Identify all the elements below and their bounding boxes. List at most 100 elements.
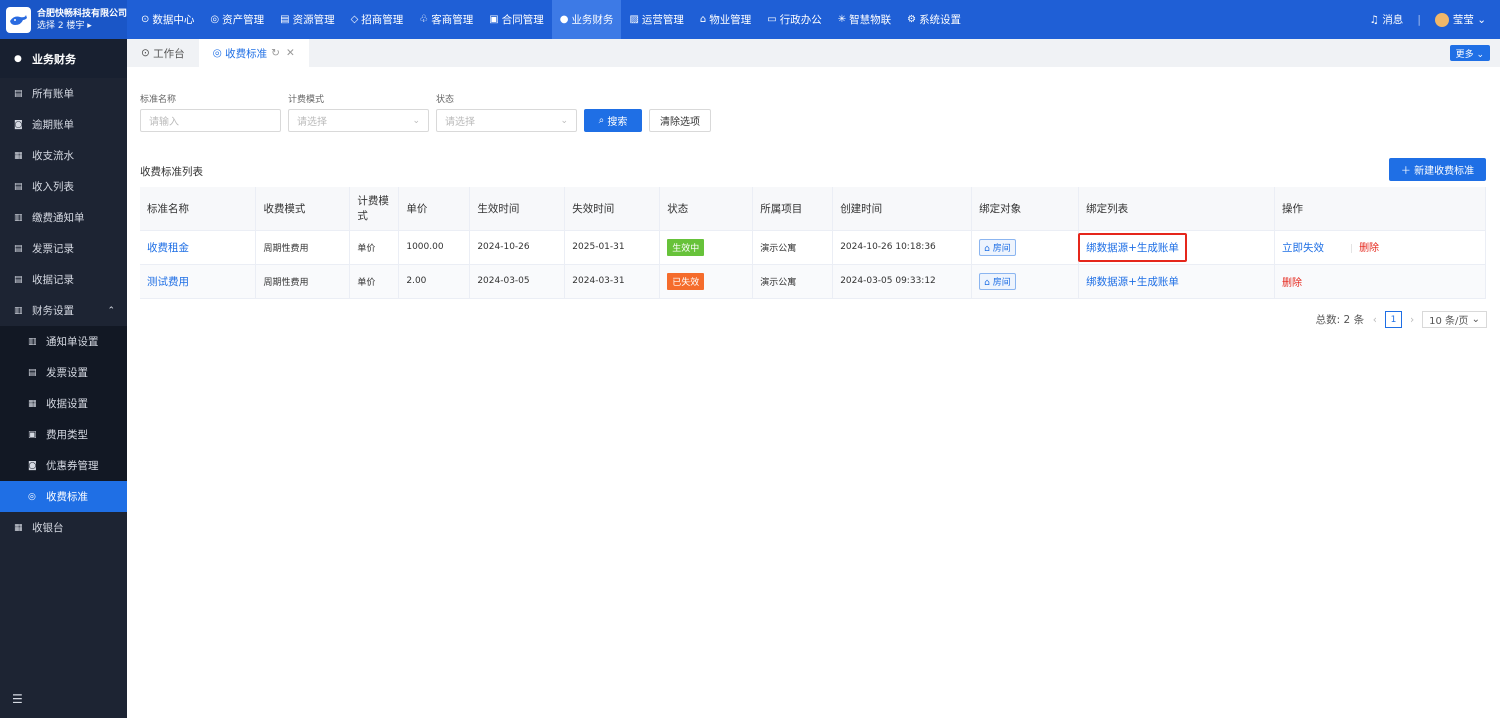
column-header: 单价 (398, 187, 471, 231)
bind-list-link[interactable]: 绑数据源+生成账单 (1086, 276, 1179, 288)
search-button[interactable]: ⌕ 搜索 (584, 109, 642, 132)
sidebar-item-icon: ▤ (14, 274, 23, 285)
sidebar-subitem-3[interactable]: ▣ 费用类型 (0, 419, 127, 450)
nav-item-1[interactable]: ◎ 资产管理 (202, 0, 272, 39)
sidebar-item-label: 逾期账单 (32, 119, 74, 131)
sidebar-item-1[interactable]: ◙ 逾期账单 (0, 109, 127, 140)
bell-icon[interactable]: ♫ (1370, 14, 1379, 26)
sidebar: ● 业务财务 ▤ 所有账单 ◙ 逾期账单 ▦ 收支流水 ▤ 收入列表 ▥ 缴费通知单 ▤ 发票记录 ▤ 收… (0, 39, 127, 718)
menu-toggle-icon[interactable]: ☰ (12, 692, 23, 706)
nav-label: 运营管理 (641, 14, 684, 26)
sidebar-title-label: 业务财务 (32, 52, 76, 66)
bind-object-tag: ⌂ 房间 (979, 272, 1016, 290)
tab-workbench[interactable]: ⊙ 工作台 (127, 39, 199, 67)
nav-item-0[interactable]: ⊙ 数据中心 (133, 0, 202, 39)
created-time-cell: 2024-03-05 09:33:12 (832, 264, 973, 299)
mode-filter-label: 计费模式 (288, 95, 325, 105)
price-cell: 1000.00 (398, 230, 471, 265)
sidebar-item-icon: ▤ (14, 181, 23, 192)
sidebar-subitem-2[interactable]: ▦ 收据设置 (0, 388, 127, 419)
page-size-select[interactable]: 10 条/页 ⌄ (1422, 311, 1487, 328)
nav-item-11[interactable]: ⚙ 系统设置 (899, 0, 969, 39)
bind-list-link[interactable]: 绑数据源+生成账单 (1086, 242, 1179, 254)
top-nav-menu: ⊙ 数据中心 ◎ 资产管理 ▤ 资源管理 ◇ 招商管理 ♧ 客商管理 ▣ 合同管理 ● 业务财务 ▨ 运营管理… (133, 0, 969, 39)
user-name[interactable]: 莹莹 (1453, 12, 1474, 27)
nav-icon: ◇ (350, 14, 359, 25)
tab-charge-standard[interactable]: ◎ 收费标准 ↻ ✕ (198, 39, 309, 67)
status-filter-placeholder: 请选择 (445, 117, 475, 128)
nav-item-9[interactable]: ▭ 行政办公 (759, 0, 829, 39)
column-header: 创建时间 (832, 187, 973, 231)
prev-page-icon[interactable]: ‹ (1366, 314, 1377, 326)
company-name: 合肥快畅科技有限公司 (36, 8, 127, 19)
project-cell: 演示公寓 (752, 230, 834, 265)
clear-filters-button[interactable]: 清除选项 (649, 109, 711, 132)
column-header: 操作 (1274, 187, 1486, 231)
chevron-down-icon[interactable]: ⌄ (1474, 14, 1486, 26)
sidebar-item-label: 发票记录 (32, 243, 74, 255)
list-title: 收费标准列表 (140, 166, 203, 178)
column-header: 生效时间 (469, 187, 566, 231)
nav-item-10[interactable]: ✳ 智慧物联 (830, 0, 899, 39)
sidebar-item-6[interactable]: ▤ 收据记录 (0, 264, 127, 295)
nav-item-2[interactable]: ▤ 资源管理 (272, 0, 342, 39)
status-filter-select[interactable]: 请选择 ⌄ (436, 109, 577, 132)
column-header: 标准名称 (140, 187, 257, 231)
new-charge-standard-button[interactable]: ＋ 新建收费标准 (1389, 158, 1486, 181)
sidebar-item-2[interactable]: ▦ 收支流水 (0, 140, 127, 171)
sidebar-subitem-4[interactable]: ◙ 优惠券管理 (0, 450, 127, 481)
status-badge: 生效中 (667, 238, 705, 256)
avatar[interactable] (1434, 12, 1449, 27)
nav-item-4[interactable]: ♧ 客商管理 (411, 0, 481, 39)
nav-icon: ⌂ (699, 14, 707, 25)
sidebar-item-label: 财务设置 (32, 305, 74, 317)
standard-name-link[interactable]: 测试费用 (147, 276, 189, 288)
delete-button[interactable]: 删除 (1282, 278, 1302, 289)
sidebar-subitem-icon: ▦ (28, 398, 37, 409)
plus-icon: ＋ (1400, 166, 1411, 177)
delete-button[interactable]: 删除 (1359, 243, 1379, 254)
column-header: 计费模式 (349, 187, 400, 231)
sidebar-item-label: 收据记录 (32, 274, 74, 286)
new-button-label: 新建收费标准 (1414, 166, 1475, 177)
sidebar-subitem-0[interactable]: ▥ 通知单设置 (0, 326, 127, 357)
sidebar-item-7[interactable]: ▥ 财务设置 ⌃ (0, 295, 127, 326)
nav-icon: ⚙ (907, 14, 917, 25)
nav-item-3[interactable]: ◇ 招商管理 (343, 0, 412, 39)
sidebar-title: ● 业务财务 (0, 39, 127, 78)
table-row: 收费租金 周期性费用 单价 1000.00 2024-10-26 2025-01-31 生效… (140, 230, 1486, 265)
refresh-icon[interactable]: ↻ (271, 47, 280, 59)
sidebar-item-5[interactable]: ▤ 发票记录 (0, 233, 127, 264)
nav-label: 资源管理 (292, 14, 335, 26)
messages-link[interactable]: 消息 (1382, 12, 1403, 27)
name-filter-input[interactable]: 请输入 (140, 109, 281, 132)
column-header: 失效时间 (564, 187, 661, 231)
column-header: 绑定列表 (1078, 187, 1276, 231)
nav-item-6[interactable]: ● 业务财务 (551, 0, 622, 39)
page-number[interactable]: 1 (1384, 311, 1402, 328)
floor-selector[interactable]: 选择 2 楼宇 ▸ (37, 20, 127, 32)
charge-standard-table: 标准名称 收费模式 计费模式 单价 生效时间 失效时间 状态 所属项目 创建时间 绑定对象 绑定列表… (140, 187, 1486, 299)
sidebar-item-3[interactable]: ▤ 收入列表 (0, 171, 127, 202)
cashier-icon: ▦ (14, 522, 23, 533)
sidebar-subitem-5[interactable]: ◎ 收费标准 (0, 481, 127, 512)
bind-list-wrapper: 绑数据源+生成账单 (1078, 232, 1187, 262)
sidebar-item-4[interactable]: ▥ 缴费通知单 (0, 202, 127, 233)
brand[interactable]: 合肥快畅科技有限公司 选择 2 楼宇 ▸ (0, 0, 127, 39)
close-icon[interactable]: ✕ (286, 47, 295, 59)
invalidate-button[interactable]: 立即失效 (1282, 242, 1324, 254)
mode-filter-select[interactable]: 请选择 ⌄ (288, 109, 429, 132)
nav-item-7[interactable]: ▨ 运营管理 (621, 0, 691, 39)
nav-label: 物业管理 (709, 14, 752, 26)
sidebar-item-cashier[interactable]: ▦ 收银台 (0, 512, 127, 543)
home-icon: ⌂ (984, 277, 990, 288)
sidebar-subitem-1[interactable]: ▤ 发票设置 (0, 357, 127, 388)
finance-icon: ● (14, 53, 22, 64)
more-tabs-button[interactable]: 更多 ⌄ (1449, 45, 1490, 61)
table-header-row: 标准名称 收费模式 计费模式 单价 生效时间 失效时间 状态 所属项目 创建时间 绑定对象 绑定列表… (140, 187, 1486, 231)
nav-item-5[interactable]: ▣ 合同管理 (481, 0, 551, 39)
sidebar-item-0[interactable]: ▤ 所有账单 (0, 78, 127, 109)
nav-item-8[interactable]: ⌂ 物业管理 (692, 0, 759, 39)
standard-name-link[interactable]: 收费租金 (147, 242, 189, 254)
next-page-icon[interactable]: › (1410, 314, 1414, 326)
